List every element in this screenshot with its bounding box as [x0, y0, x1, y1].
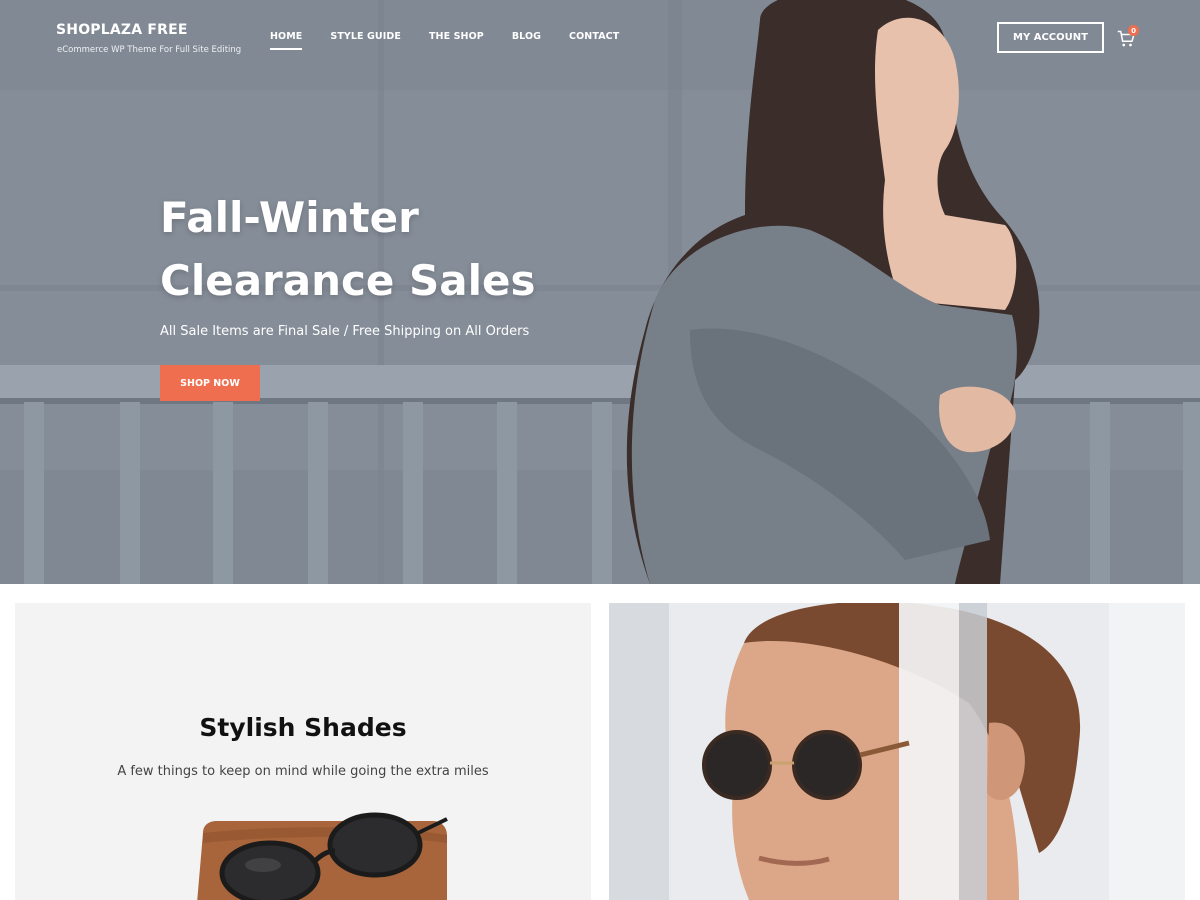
- cart-button[interactable]: 0: [1117, 25, 1141, 48]
- hero-title-line-2: Clearance Sales: [160, 256, 536, 305]
- nav-item-blog[interactable]: BLOG: [512, 31, 541, 42]
- promo-subtitle: A few things to keep on mind while going…: [117, 764, 489, 779]
- hero-title-line-1: Fall-Winter: [160, 193, 419, 242]
- my-account-button[interactable]: MY ACCOUNT: [997, 22, 1104, 53]
- shop-now-button[interactable]: SHOP NOW: [160, 365, 260, 401]
- main-navigation: HOME STYLE GUIDE THE SHOP BLOG CONTACT: [270, 31, 647, 50]
- nav-item-style-guide[interactable]: STYLE GUIDE: [330, 31, 401, 42]
- promo-card-stylish-shades: Stylish Shades A few things to keep on m…: [15, 603, 591, 900]
- hero-banner: SHOPLAZA FREE eCommerce WP Theme For Ful…: [0, 0, 1200, 584]
- man-in-sunglasses-image: [609, 603, 1185, 900]
- site-title[interactable]: SHOPLAZA FREE: [56, 22, 188, 38]
- sunglasses-product-image[interactable]: [175, 803, 455, 900]
- nav-item-home[interactable]: HOME: [270, 31, 303, 50]
- cart-count-badge: 0: [1128, 25, 1139, 36]
- nav-item-contact[interactable]: CONTACT: [569, 31, 619, 42]
- hero-title: Fall-Winter Clearance Sales: [160, 186, 580, 312]
- hero-subtitle: All Sale Items are Final Sale / Free Shi…: [160, 324, 530, 339]
- nav-item-the-shop[interactable]: THE SHOP: [429, 31, 484, 42]
- site-tagline: eCommerce WP Theme For Full Site Editing: [57, 45, 242, 55]
- promo-card-man-sunglasses[interactable]: [609, 603, 1185, 900]
- promo-title: Stylish Shades: [199, 713, 407, 742]
